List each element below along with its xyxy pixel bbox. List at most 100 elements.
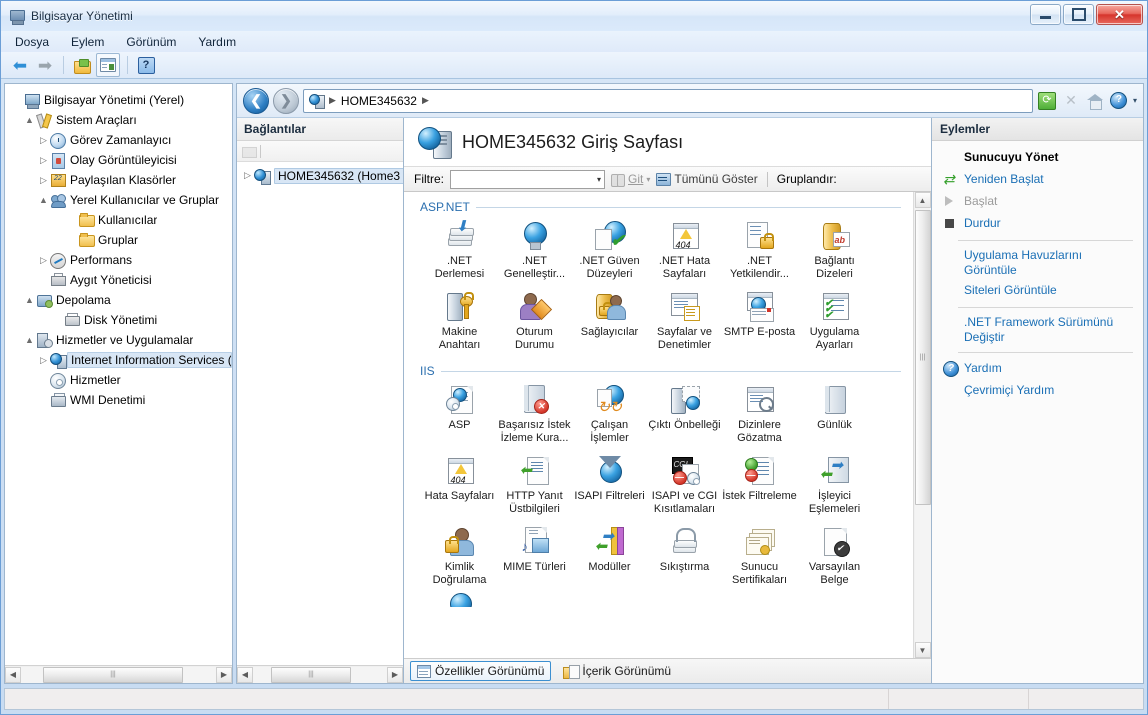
action-start[interactable]: Başlat [932, 191, 1143, 213]
feature-isapi-cgi-restrictions[interactable]: CGI — ISAPI ve CGI Kısıtlamaları [647, 455, 722, 516]
tab-features-view[interactable]: Özellikler Görünümü [410, 661, 552, 681]
tree-expander[interactable]: ▷ [241, 170, 254, 181]
menu-eylem[interactable]: Eylem [71, 35, 104, 49]
stop-button[interactable]: ✕ [1061, 91, 1081, 111]
tree-expander[interactable]: ▷ [37, 175, 50, 186]
tree-expander[interactable]: ▷ [37, 135, 50, 146]
connect-icon[interactable] [242, 145, 257, 158]
action-view-sites[interactable]: Siteleri Görüntüle [932, 280, 1143, 302]
tab-content-view[interactable]: İçerik Görünümü [557, 662, 677, 680]
help-button[interactable]: ? [135, 54, 157, 76]
feature-session-state[interactable]: Oturum Durumu [497, 291, 572, 352]
feature-server-certificates[interactable]: Sunucu Sertifikaları [722, 526, 797, 587]
scroll-down-button[interactable]: ▼ [914, 642, 931, 658]
tree-item-storage[interactable]: ▲ Depolama [9, 290, 232, 310]
feature-connection-strings[interactable]: ab Bağlantı Dizeleri [797, 220, 872, 281]
tree-item-shared-folders[interactable]: ▷ Paylaşılan Klasörler [9, 170, 232, 190]
feature-default-document[interactable]: ✔ Varsayılan Belge [797, 526, 872, 587]
action-restart[interactable]: ⇄ Yeniden Başlat [932, 169, 1143, 191]
scroll-track[interactable]: ||| [21, 666, 216, 683]
scroll-left-button[interactable]: ◀ [237, 666, 253, 683]
feature-providers[interactable]: Sağlayıcılar [572, 291, 647, 352]
tree-expander[interactable]: ▲ [23, 295, 36, 305]
menu-yardim[interactable]: Yardım [198, 35, 236, 49]
chevron-down-icon[interactable]: ▾ [597, 175, 601, 184]
tree-expander[interactable]: ▷ [37, 255, 50, 266]
menu-dosya[interactable]: Dosya [15, 35, 49, 49]
feature-compression[interactable]: Sıkıştırma [647, 526, 722, 587]
connections-horizontal-scrollbar[interactable]: ◀ ||| ▶ [237, 665, 403, 683]
feature-machine-key[interactable]: Makine Anahtarı [422, 291, 497, 352]
minimize-button[interactable] [1030, 4, 1061, 25]
scroll-left-button[interactable]: ◀ [5, 666, 21, 683]
scroll-thumb[interactable]: ||| [914, 210, 931, 505]
tree-expander[interactable]: ▷ [37, 155, 50, 166]
chevron-down-icon[interactable]: ▾ [1133, 96, 1137, 105]
action-stop[interactable]: Durdur [932, 213, 1143, 235]
feature-logging[interactable]: Günlük [797, 384, 872, 445]
help-menu-button[interactable]: ? [1109, 91, 1129, 111]
tree-expander[interactable]: ▲ [23, 335, 36, 345]
feature-pages-and-controls[interactable]: Sayfalar ve Denetimler [647, 291, 722, 352]
tree-item-task-scheduler[interactable]: ▷ Görev Zamanlayıcı [9, 130, 232, 150]
tree-item-local-users-groups[interactable]: ▲ Yerel Kullanıcılar ve Gruplar [9, 190, 232, 210]
tree-item-groups[interactable]: Gruplar [9, 230, 232, 250]
feature-failed-request-tracing[interactable]: ✕ Başarısız İstek İzleme Kura... [497, 384, 572, 445]
feature-net-trust-levels[interactable]: ✔ .NET Güven Düzeyleri [572, 220, 647, 281]
close-button[interactable]: ✕ [1096, 4, 1143, 25]
scroll-track[interactable]: ||| [914, 208, 931, 642]
scroll-up-button[interactable]: ▲ [914, 192, 931, 208]
tree-item-event-viewer[interactable]: ▷ Olay Görüntüleyicisi [9, 150, 232, 170]
action-online-help[interactable]: Çevrimiçi Yardım [932, 380, 1143, 402]
feature-isapi-filters[interactable]: ISAPI Filtreleri [572, 455, 647, 516]
filter-input[interactable]: ▾ [450, 169, 605, 189]
show-hide-console-tree-button[interactable] [71, 54, 93, 76]
action-view-application-pools[interactable]: Uygulama Havuzlarını Görüntüle [932, 246, 1143, 280]
feature-mime-types[interactable]: ♪ MIME Türleri [497, 526, 572, 587]
tree-item-device-manager[interactable]: Aygıt Yöneticisi [9, 270, 232, 290]
features-vertical-scrollbar[interactable]: ▲ ||| ▼ [913, 192, 931, 658]
feature-application-settings[interactable]: ✔ ✔ ✔ Uygulama Ayarları [797, 291, 872, 352]
nav-back-button[interactable]: ❮ [243, 87, 269, 114]
go-button[interactable]: Git ▾ [611, 172, 650, 187]
maximize-button[interactable] [1063, 4, 1094, 25]
nav-forward-button[interactable]: ❯ [273, 87, 299, 114]
refresh-button[interactable]: ⟳ [1037, 91, 1057, 111]
scroll-right-button[interactable]: ▶ [387, 666, 403, 683]
chevron-down-icon[interactable]: ▾ [646, 175, 650, 184]
home-button[interactable] [1085, 91, 1105, 111]
tree-item-disk-management[interactable]: Disk Yönetimi [9, 310, 232, 330]
forward-button[interactable]: ➡ [34, 54, 56, 76]
tree-item-services-applications[interactable]: ▲ Hizmetler ve Uygulamalar [9, 330, 232, 350]
breadcrumb-server[interactable]: HOME345632 [341, 94, 417, 108]
feature-directory-browsing[interactable]: Dizinlere Gözatma [722, 384, 797, 445]
feature-error-pages[interactable]: 404 Hata Sayfaları [422, 455, 497, 516]
tree-item-system-tools[interactable]: ▲ Sistem Araçları [9, 110, 232, 130]
tree-expander[interactable]: ▷ [37, 355, 50, 366]
feature-smtp-email[interactable]: SMTP E-posta [722, 291, 797, 352]
back-button[interactable]: ⬅ [9, 54, 31, 76]
tree-item-computer-management[interactable]: Bilgisayar Yönetimi (Yerel) [9, 90, 232, 110]
tree-item-iis[interactable]: ▷ Internet Information Services ( [9, 350, 232, 370]
feature-net-compilation[interactable]: ⬇ .NET Derlemesi [422, 219, 497, 281]
menu-gorunum[interactable]: Görünüm [126, 35, 176, 49]
feature-partial-next[interactable] [422, 593, 497, 610]
properties-button[interactable] [96, 53, 120, 77]
tree-item-performance[interactable]: ▷ Performans [9, 250, 232, 270]
feature-asp[interactable]: ASP [422, 384, 497, 445]
feature-net-authorization[interactable]: .NET Yetkilendir... [722, 220, 797, 281]
connection-node-home345632[interactable]: ▷ HOME345632 (Home3 [237, 166, 403, 185]
show-all-button[interactable]: Tümünü Göster [656, 172, 758, 186]
feature-handler-mappings[interactable]: ➡ ⬅ İşleyici Eşlemeleri [797, 455, 872, 516]
feature-request-filtering[interactable]: — İstek Filtreleme [722, 455, 797, 516]
feature-net-globalization[interactable]: .NET Genelleştir... [497, 220, 572, 281]
feature-output-caching[interactable]: Çıktı Önbelleği [647, 384, 722, 445]
tree-item-users[interactable]: Kullanıcılar [9, 210, 232, 230]
feature-http-response-headers[interactable]: ⬅ HTTP Yanıt Üstbilgileri [497, 455, 572, 516]
scroll-right-button[interactable]: ▶ [216, 666, 232, 683]
tree-item-services[interactable]: Hizmetler [9, 370, 232, 390]
feature-authentication[interactable]: Kimlik Doğrulama [422, 526, 497, 587]
action-help[interactable]: ? Yardım [932, 358, 1143, 380]
feature-net-error-pages[interactable]: 404 .NET Hata Sayfaları [647, 220, 722, 281]
tree-expander[interactable]: ▲ [23, 115, 36, 125]
